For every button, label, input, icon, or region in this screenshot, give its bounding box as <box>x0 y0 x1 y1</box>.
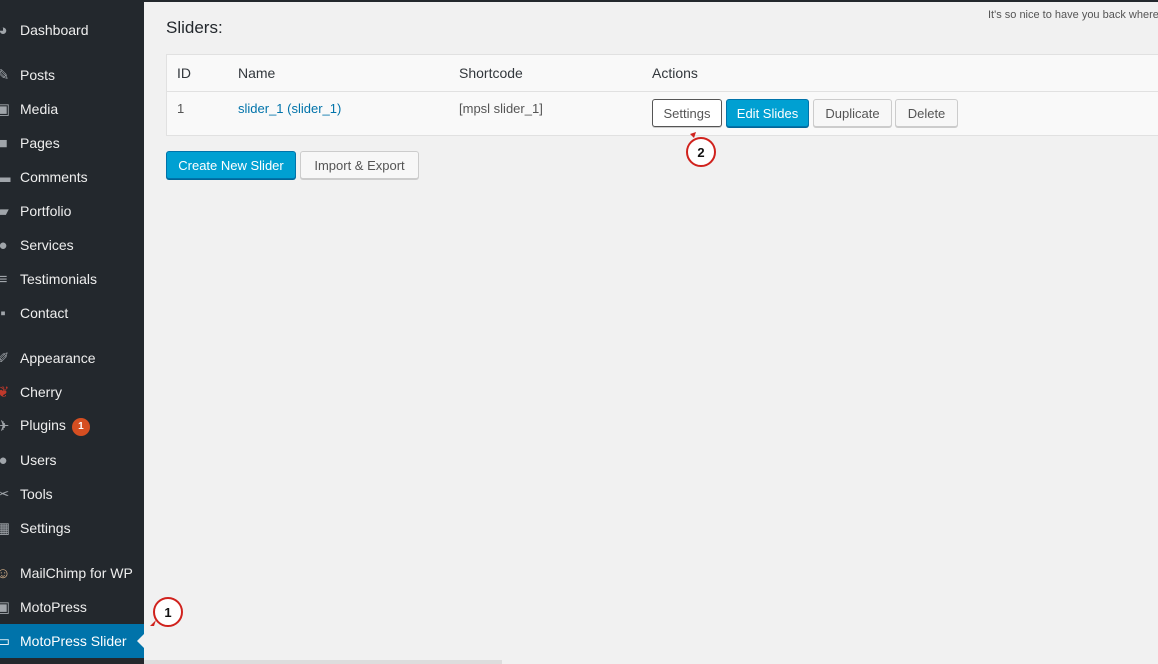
menu-item-label: Testimonials <box>20 271 98 287</box>
slider-shortcode: [mpsl slider_1] <box>459 101 543 116</box>
column-header-id: ID <box>177 65 191 81</box>
tools-icon: ✂ <box>0 486 10 503</box>
column-header-shortcode: Shortcode <box>459 65 523 81</box>
column-header-name: Name <box>238 65 276 81</box>
menu-item-portfolio[interactable]: ▰ Portfolio <box>0 194 144 228</box>
horizontal-scrollbar[interactable] <box>144 660 502 664</box>
update-count-badge: 1 <box>71 417 90 436</box>
pin-icon: ✎ <box>0 67 10 84</box>
edit-slides-button[interactable]: Edit Slides <box>726 99 809 127</box>
settings-icon: ▦ <box>0 520 11 537</box>
menu-item-users[interactable]: ● Users <box>0 443 144 477</box>
top-bar <box>144 0 1158 2</box>
pages-icon: ■ <box>0 134 8 152</box>
services-icon: ● <box>0 236 8 254</box>
plugins-icon: ✈ <box>0 418 10 435</box>
portfolio-icon: ▰ <box>0 203 9 220</box>
plugins-label: Plugins <box>20 416 66 433</box>
menu-item-label: Appearance <box>20 350 96 366</box>
menu-item-pages[interactable]: ■ Pages <box>0 126 144 160</box>
menu-item-label: Posts <box>20 67 56 83</box>
motopress-slider-icon: ▭ <box>0 633 11 650</box>
menu-item-media[interactable]: ▣ Media <box>0 92 144 126</box>
callout-marker-1: 1 <box>153 597 183 627</box>
create-new-slider-button[interactable]: Create New Slider <box>166 151 296 179</box>
testimonials-icon: ≡ <box>0 270 8 288</box>
mailchimp-icon: ☺ <box>0 564 11 582</box>
menu-item-label: MotoPress <box>20 599 87 615</box>
menu-item-label: Portfolio <box>20 203 72 219</box>
menu-item-services[interactable]: ● Services <box>0 228 144 262</box>
menu-item-label: Pages <box>20 135 60 151</box>
howdy-greeting: It's so nice to have you back where you … <box>988 9 1158 21</box>
delete-button[interactable]: Delete <box>895 99 958 127</box>
menu-item-label: Users <box>20 452 57 468</box>
dashboard-icon: ◕ <box>0 21 8 39</box>
menu-item-comments[interactable]: ▬ Comments <box>0 160 144 194</box>
menu-item-label: MotoPress Slider <box>20 633 127 649</box>
settings-button[interactable]: Settings <box>652 99 722 127</box>
menu-item-cherry[interactable]: ❦ Cherry <box>0 375 144 409</box>
menu-item-contact[interactable]: ▪ Contact <box>0 296 144 330</box>
menu-item-testimonials[interactable]: ≡ Testimonials <box>0 262 144 296</box>
callout-marker-2: 2 <box>686 137 716 167</box>
menu-item-label: MailChimp for WP <box>20 565 133 581</box>
menu-item-label: Comments <box>20 169 88 185</box>
menu-item-label: Settings <box>20 520 71 536</box>
menu-item-plugins[interactable]: ✈ Plugins 1 <box>0 409 144 443</box>
menu-item-motopress-slider[interactable]: ▭ MotoPress Slider <box>0 624 145 658</box>
motopress-icon: ▣ <box>0 599 11 616</box>
table-header: ID Name Shortcode Actions <box>167 55 1158 92</box>
contact-icon: ▪ <box>0 304 6 322</box>
media-icon: ▣ <box>0 101 11 118</box>
menu-item-tools[interactable]: ✂ Tools <box>0 477 144 511</box>
menu-item-label: Tools <box>20 486 53 502</box>
appearance-icon: ✐ <box>0 350 10 367</box>
slider-name-link[interactable]: slider_1 (slider_1) <box>238 101 341 116</box>
admin-sidebar: ◕ Dashboard ✎ Posts ▣ Media ■ Pages ▬ Co… <box>0 0 145 664</box>
cherry-icon: ❦ <box>0 384 10 401</box>
comments-icon: ▬ <box>0 168 11 186</box>
menu-item-dashboard[interactable]: ◕ Dashboard <box>0 13 144 47</box>
menu-item-appearance[interactable]: ✐ Appearance <box>0 341 144 375</box>
menu-item-motopress[interactable]: ▣ MotoPress <box>0 590 144 624</box>
menu-item-label: Services <box>20 237 74 253</box>
slider-id: 1 <box>177 101 185 116</box>
column-header-actions: Actions <box>652 65 698 81</box>
duplicate-button[interactable]: Duplicate <box>813 99 892 127</box>
import-export-button[interactable]: Import & Export <box>300 151 419 179</box>
sliders-table: ID Name Shortcode Actions 1 slider_1 (sl… <box>166 54 1158 136</box>
menu-item-label: Cherry <box>20 384 63 400</box>
users-icon: ● <box>0 451 8 469</box>
menu-item-posts[interactable]: ✎ Posts <box>0 58 144 92</box>
page-title: Sliders: <box>166 18 223 37</box>
menu-item-label: Contact <box>20 305 69 321</box>
menu-item-label: Dashboard <box>20 22 89 38</box>
menu-item-label: Media <box>20 101 59 117</box>
menu-item-mailchimp[interactable]: ☺ MailChimp for WP <box>0 556 144 590</box>
menu-item-label: Plugins 1 <box>20 417 90 436</box>
menu-item-settings[interactable]: ▦ Settings <box>0 511 144 545</box>
